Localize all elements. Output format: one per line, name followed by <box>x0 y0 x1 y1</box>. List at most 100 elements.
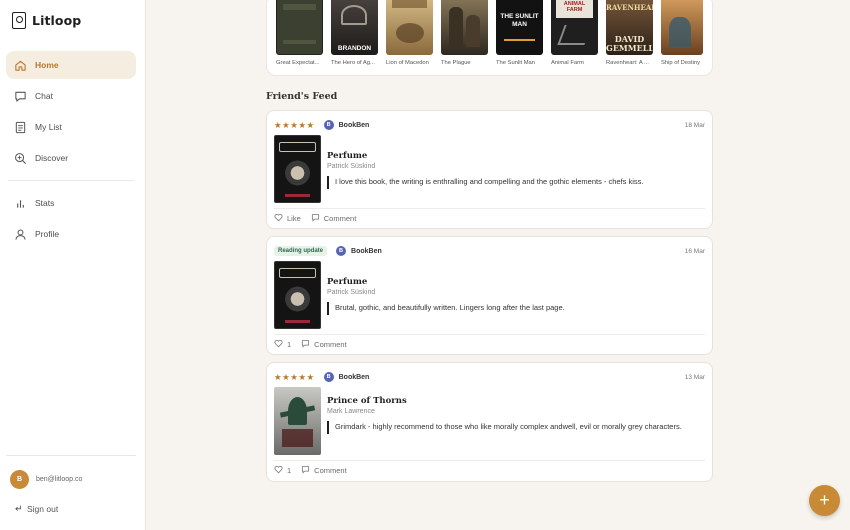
book-title: Ravenheart: A ... <box>606 60 649 66</box>
sidebar-item-chat[interactable]: Chat <box>6 82 136 110</box>
comment-button[interactable]: Comment <box>301 339 347 350</box>
book-cover <box>276 0 323 55</box>
like-label: Like <box>287 214 301 223</box>
feed-title: Friend's Feed <box>266 91 338 102</box>
book-cover <box>441 0 488 55</box>
book-cover <box>386 0 433 55</box>
feed-post: Reading update B BookBen 16 Mar Perfume … <box>266 236 713 355</box>
heart-icon <box>274 339 283 350</box>
sidebar: Litloop Home Chat My List Discover Stats… <box>0 0 146 530</box>
book-author: Patrick Süskind <box>327 289 376 296</box>
post-username[interactable]: BookBen <box>339 122 370 129</box>
app-logo[interactable]: Litloop <box>12 12 81 29</box>
book-title: The Plague <box>441 60 471 66</box>
sidebar-item-discover[interactable]: Discover <box>6 144 136 172</box>
post-actions: 1 Comment <box>274 334 705 354</box>
sidebar-item-label: Home <box>35 60 59 70</box>
sign-out-button[interactable]: Sign out <box>14 504 58 514</box>
sidebar-item-stats[interactable]: Stats <box>6 189 136 217</box>
book-cover: ANIMAL FARM <box>551 0 598 55</box>
carousel-book[interactable]: Ship of Destiny <box>661 0 709 66</box>
sidebar-footer: B ben@litloop.co Sign out <box>6 455 136 530</box>
stats-icon <box>14 197 27 210</box>
book-title[interactable]: Perfume <box>327 151 702 161</box>
book-title: Great Expectat... <box>276 60 320 66</box>
carousel-book[interactable]: Great Expectat... <box>276 0 324 66</box>
comment-label: Comment <box>323 214 357 223</box>
carousel-book[interactable]: Lion of Macedon <box>386 0 434 66</box>
book-carousel: Great Expectat... BRANDON The Hero of Ag… <box>266 0 713 76</box>
comment-button[interactable]: Comment <box>301 465 347 476</box>
plus-icon: + <box>819 490 830 510</box>
carousel-book[interactable]: ANIMAL FARM Animal Farm <box>551 0 599 66</box>
app-name: Litloop <box>32 13 82 28</box>
book-cover: RAVENHEART DAVID GEMMELL <box>606 0 653 55</box>
add-post-button[interactable]: + <box>809 485 840 516</box>
book-info: Perfume Patrick Süskind Brutal, gothic, … <box>327 277 702 315</box>
user-account[interactable]: B ben@litloop.co <box>10 470 82 489</box>
sign-out-icon <box>14 504 22 514</box>
sidebar-item-label: Profile <box>35 229 60 239</box>
comment-icon <box>301 339 310 350</box>
book-cover[interactable] <box>274 135 321 203</box>
carousel-book[interactable]: THE SUNLIT MAN The Sunlit Man <box>496 0 544 66</box>
carousel-book[interactable]: The Plague <box>441 0 489 66</box>
sidebar-item-label: Discover <box>35 153 69 163</box>
sidebar-item-my-list[interactable]: My List <box>6 113 136 141</box>
book-cover: THE SUNLIT MAN <box>496 0 543 55</box>
book-cover <box>661 0 703 55</box>
book-title: Animal Farm <box>551 60 584 66</box>
comment-icon <box>311 213 320 224</box>
sidebar-nav: Home Chat My List Discover Stats Profile <box>6 51 136 251</box>
post-username[interactable]: BookBen <box>339 374 370 381</box>
comment-button[interactable]: Comment <box>311 213 357 224</box>
like-button[interactable]: 1 <box>274 465 291 476</box>
post-date: 16 Mar <box>684 247 705 255</box>
carousel-book[interactable]: BRANDON The Hero of Ag... <box>331 0 379 66</box>
sidebar-item-home[interactable]: Home <box>6 51 136 79</box>
avatar: B <box>10 470 29 489</box>
like-button[interactable]: Like <box>274 213 301 224</box>
list-icon <box>14 121 27 134</box>
rating-stars: ★★★★★ <box>274 119 315 130</box>
carousel-book[interactable]: RAVENHEART DAVID GEMMELL Ravenheart: A .… <box>606 0 654 66</box>
post-header: ★★★★★ B BookBen 18 Mar <box>274 117 705 133</box>
logo-icon <box>12 12 26 29</box>
like-count: 1 <box>287 466 292 475</box>
chat-icon <box>14 90 27 103</box>
book-title: Ship of Destiny <box>661 60 700 66</box>
post-header: ★★★★★ B BookBen 13 Mar <box>274 369 705 385</box>
like-count: 1 <box>287 340 292 349</box>
book-cover[interactable] <box>274 387 321 455</box>
profile-icon <box>14 228 27 241</box>
book-cover[interactable] <box>274 261 321 329</box>
sidebar-item-label: Stats <box>35 198 55 208</box>
like-button[interactable]: 1 <box>274 339 291 350</box>
comment-label: Comment <box>314 466 347 475</box>
cover-text: DAVID GEMMELL <box>606 34 653 53</box>
post-actions: 1 Comment <box>274 460 705 480</box>
book-title[interactable]: Perfume <box>327 277 702 287</box>
cover-text: ANIMAL FARM <box>563 1 586 13</box>
post-username[interactable]: BookBen <box>351 248 382 255</box>
avatar: B <box>336 246 347 256</box>
book-title: Lion of Macedon <box>386 60 429 66</box>
review-text: Grimdark - highly recommend to those who… <box>327 421 702 434</box>
book-info: Prince of Thorns Mark Lawrence Grimdark … <box>327 396 702 434</box>
sign-out-label: Sign out <box>27 504 59 514</box>
heart-icon <box>274 213 283 224</box>
post-date: 13 Mar <box>684 373 705 381</box>
nav-divider <box>8 180 134 181</box>
review-text: Brutal, gothic, and beautifully written.… <box>327 302 702 315</box>
post-header: Reading update B BookBen 16 Mar <box>274 243 705 259</box>
book-title: The Sunlit Man <box>496 60 535 66</box>
home-icon <box>14 59 27 72</box>
sidebar-item-profile[interactable]: Profile <box>6 220 136 248</box>
book-author: Patrick Süskind <box>327 163 376 170</box>
comment-icon <box>301 465 310 476</box>
comment-label: Comment <box>314 340 347 349</box>
book-title[interactable]: Prince of Thorns <box>327 396 702 406</box>
book-author: Mark Lawrence <box>327 408 375 415</box>
user-email: ben@litloop.co <box>36 476 83 483</box>
book-info: Perfume Patrick Süskind I love this book… <box>327 151 702 189</box>
